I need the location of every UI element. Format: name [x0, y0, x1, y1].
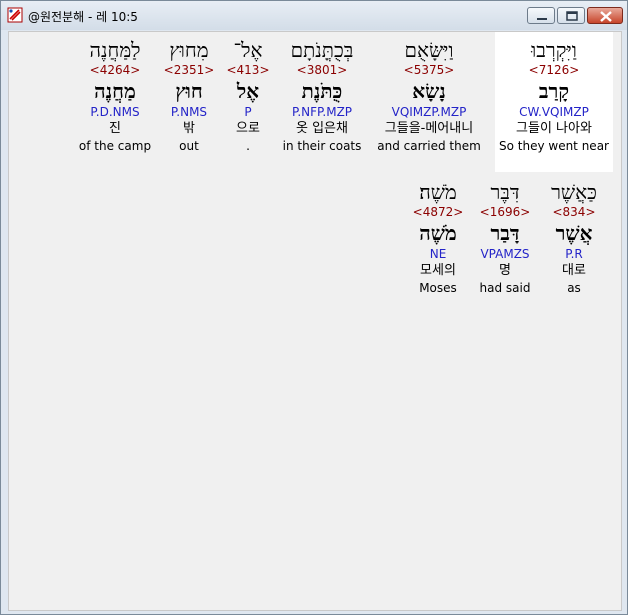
lemma: כֻּתֹּנֶת — [301, 79, 343, 103]
hebrew-word: דִּבֶּר — [490, 180, 520, 204]
strong-number[interactable]: <2351> — [159, 62, 219, 78]
app-window: @원전분해 - 레 10:5 וַיִּקְרְבוּ <7126> קָרַב… — [0, 0, 628, 615]
korean-gloss: 대로 — [562, 263, 586, 278]
morphology: CW.VQIMZP — [519, 105, 589, 119]
hebrew-word: וַיִּקְרְבוּ — [531, 38, 577, 62]
morphology: P.R — [565, 247, 583, 261]
maximize-icon — [566, 11, 578, 21]
close-button[interactable] — [587, 7, 623, 24]
word-cell[interactable]: מֹשֶׁה׃ <4872> מֹשֶׁה NE 모세의 Moses — [407, 174, 469, 296]
morphology: P.D.NMS — [90, 105, 140, 119]
english-gloss: So they went near — [499, 139, 609, 153]
strong-number[interactable]: <413> — [225, 62, 271, 78]
strong-number[interactable]: <834> — [537, 204, 611, 220]
lemma: חוּץ — [175, 79, 203, 103]
lemma: אֶל — [236, 79, 260, 103]
korean-gloss: 그들을-메어내니 — [384, 121, 474, 136]
minimize-button[interactable] — [527, 7, 555, 24]
word-cell[interactable]: מִחוּץ <2351> חוּץ P.NMS 밖 out — [159, 32, 219, 154]
korean-gloss: 진 — [109, 121, 121, 136]
strong-number[interactable]: <1696> — [471, 204, 539, 220]
morphology: VPAMZS — [480, 247, 530, 261]
lemma: דָּבַר — [490, 221, 520, 245]
morphology: P.NMS — [170, 105, 208, 119]
morphology: VQIMZP.MZP — [391, 105, 467, 119]
english-gloss: . — [246, 139, 250, 153]
hebrew-word: וַיִּשָּׂאֻם — [404, 38, 454, 62]
strong-number[interactable]: <3801> — [275, 62, 369, 78]
lemma: קָרַב — [538, 79, 570, 103]
korean-gloss: 명 — [499, 263, 511, 278]
english-gloss: in their coats — [282, 139, 362, 153]
title-bar[interactable]: @원전분해 - 레 10:5 — [1, 1, 627, 30]
korean-gloss: 옷 입은채 — [296, 121, 348, 136]
word-cell[interactable]: וַיִּקְרְבוּ <7126> קָרַב CW.VQIMZP 그들이 … — [495, 32, 613, 172]
maximize-button[interactable] — [557, 7, 585, 24]
korean-gloss: 모세의 — [420, 263, 456, 278]
window-title: @원전분해 - 레 10:5 — [28, 10, 138, 24]
morphology: NE — [429, 247, 447, 261]
hebrew-word: לַמַּחֲנֶה — [89, 38, 141, 62]
lemma: נָשָׂא — [412, 79, 446, 103]
korean-gloss: 으로 — [236, 121, 260, 136]
english-gloss: of the camp — [78, 139, 152, 153]
lemma: אֲשֶׁר — [555, 221, 593, 245]
minimize-icon — [537, 18, 547, 20]
interlinear-panel[interactable]: וַיִּקְרְבוּ <7126> קָרַב CW.VQIMZP 그들이 … — [8, 31, 622, 611]
strong-number[interactable]: <5375> — [369, 62, 489, 78]
korean-gloss: 그들이 나아와 — [516, 121, 592, 136]
word-cell[interactable]: בְּכֻתֳּנֹתָם <3801> כֻּתֹּנֶת P.NFP.MZP… — [275, 32, 369, 154]
english-gloss: out — [179, 139, 199, 153]
word-cell[interactable]: כַּאֲשֶׁר <834> אֲשֶׁר P.R 대로 as — [537, 174, 611, 296]
word-cell[interactable]: לַמַּחֲנֶה <4264> מַחֲנֶה P.D.NMS 진 of t… — [75, 32, 155, 154]
english-gloss: as — [567, 281, 581, 295]
close-icon — [600, 11, 612, 22]
hebrew-word: אֶל־ — [233, 38, 263, 62]
word-cell[interactable]: וַיִּשָּׂאֻם <5375> נָשָׂא VQIMZP.MZP 그들… — [369, 32, 489, 154]
morphology: P.NFP.MZP — [291, 105, 353, 119]
strong-number[interactable]: <4872> — [407, 204, 469, 220]
word-cell[interactable]: אֶל־ <413> אֶל P 으로 . — [225, 32, 271, 154]
word-cell[interactable]: דִּבֶּר <1696> דָּבַר VPAMZS 명 had said — [471, 174, 539, 296]
english-gloss: and carried them — [377, 139, 481, 153]
strong-number[interactable]: <4264> — [75, 62, 155, 78]
hebrew-word: כַּאֲשֶׁר — [551, 180, 597, 204]
english-gloss: had said — [479, 281, 531, 295]
app-icon[interactable] — [7, 7, 23, 23]
lemma: מֹשֶׁה — [419, 221, 457, 245]
strong-number[interactable]: <7126> — [495, 62, 613, 78]
morphology: P — [244, 105, 252, 119]
english-gloss: Moses — [419, 281, 457, 295]
korean-gloss: 밖 — [183, 121, 195, 136]
hebrew-word: מֹשֶׁה׃ — [419, 180, 457, 204]
hebrew-word: מִחוּץ — [169, 38, 209, 62]
hebrew-word: בְּכֻתֳּנֹתָם — [290, 38, 354, 62]
lemma: מַחֲנֶה — [94, 79, 136, 103]
